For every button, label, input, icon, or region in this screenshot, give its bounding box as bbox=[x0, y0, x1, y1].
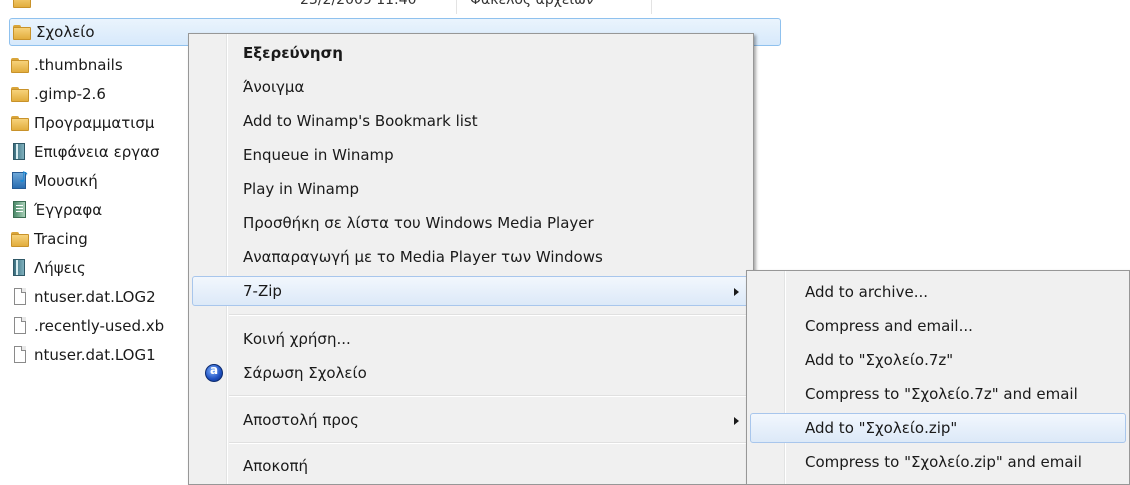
submenu-arrow-icon bbox=[734, 288, 739, 296]
file-row[interactable]: ntuser.dat.LOG1 bbox=[10, 341, 156, 369]
submenu-arrow-icon bbox=[734, 417, 739, 425]
folder-icon bbox=[10, 229, 30, 249]
folder-icon bbox=[12, 22, 32, 42]
menu-item-label: Enqueue in Winamp bbox=[243, 146, 394, 164]
menu-separator bbox=[229, 314, 749, 315]
folder-icon bbox=[12, 0, 32, 10]
folder-icon bbox=[10, 84, 30, 104]
folder-icon bbox=[10, 113, 30, 133]
file-row[interactable]: Προγραμματισμ bbox=[10, 109, 154, 137]
menu-item-label: Κοινή χρήση... bbox=[243, 330, 351, 348]
file-name: Tracing bbox=[34, 230, 88, 248]
menu-item-add-to-archive[interactable]: Add to archive... bbox=[750, 277, 1126, 307]
file-name: Έγγραφα bbox=[34, 201, 103, 219]
documents-icon bbox=[10, 200, 30, 220]
menu-item-label: Add to Winamp's Bookmark list bbox=[243, 112, 478, 130]
menu-item-winamp-play[interactable]: Play in Winamp bbox=[192, 174, 750, 204]
column-divider bbox=[456, 0, 457, 14]
file-row[interactable]: Tracing bbox=[10, 225, 88, 253]
file-name: Προγραμματισμ bbox=[34, 114, 155, 132]
file-row[interactable]: .recently-used.xb bbox=[10, 312, 164, 340]
menu-item-winamp-enqueue[interactable]: Enqueue in Winamp bbox=[192, 140, 750, 170]
menu-item-label: Play in Winamp bbox=[243, 180, 359, 198]
avast-icon bbox=[205, 363, 223, 382]
file-name: .gimp-2.6 bbox=[34, 85, 106, 103]
menu-item-label: Αναπαραγωγή με το Media Player των Windo… bbox=[243, 248, 603, 266]
menu-item-winamp-bookmark[interactable]: Add to Winamp's Bookmark list bbox=[192, 106, 750, 136]
file-row[interactable]: .thumbnails bbox=[10, 51, 123, 79]
file-icon bbox=[10, 316, 30, 336]
menu-item-add-to-7z[interactable]: Add to "Σχολείο.7z" bbox=[750, 345, 1126, 375]
menu-separator bbox=[229, 395, 749, 396]
menu-item-label: Άνοιγμα bbox=[243, 78, 305, 96]
library-icon bbox=[10, 258, 30, 278]
submenu-7zip: Add to archive... Compress and email... … bbox=[746, 270, 1130, 485]
file-icon bbox=[10, 345, 30, 365]
menu-item-label: Προσθήκη σε λίστα του Windows Media Play… bbox=[243, 214, 594, 232]
menu-item-open[interactable]: Άνοιγμα bbox=[192, 72, 750, 102]
menu-separator bbox=[229, 442, 749, 443]
file-row[interactable]: Έγγραφα bbox=[10, 196, 102, 224]
menu-item-share[interactable]: Κοινή χρήση... bbox=[192, 324, 750, 354]
menu-item-add-to-zip[interactable]: Add to "Σχολείο.zip" bbox=[750, 413, 1126, 443]
file-name: Μουσική bbox=[34, 172, 98, 190]
partial-type-text: Φάκελος αρχείων bbox=[470, 0, 594, 8]
menu-item-compress-7z-email[interactable]: Compress to "Σχολείο.7z" and email bbox=[750, 379, 1126, 409]
menu-item-compress-email[interactable]: Compress and email... bbox=[750, 311, 1126, 341]
column-divider bbox=[651, 0, 652, 14]
music-icon bbox=[10, 168, 30, 191]
menu-item-label: Αποκοπή bbox=[243, 457, 309, 475]
menu-item-7zip[interactable]: 7-Zip bbox=[192, 276, 750, 306]
menu-item-label: Compress and email... bbox=[805, 317, 973, 335]
file-name: Σχολείο bbox=[36, 23, 95, 41]
file-row[interactable]: Επιφάνεια εργασ bbox=[10, 138, 160, 166]
screen: 23/2/2009 11:40 Φάκελος αρχείων Σχολείο … bbox=[0, 0, 1130, 485]
menu-item-cut[interactable]: Αποκοπή bbox=[192, 451, 750, 481]
menu-item-label: Αποστολή προς bbox=[243, 411, 359, 429]
library-icon bbox=[10, 142, 30, 162]
file-name: ntuser.dat.LOG1 bbox=[34, 346, 156, 364]
menu-item-wmp-play[interactable]: Αναπαραγωγή με το Media Player των Windo… bbox=[192, 242, 750, 272]
menu-item-label: Compress to "Σχολείο.7z" and email bbox=[805, 385, 1078, 403]
menu-item-send-to[interactable]: Αποστολή προς bbox=[192, 405, 750, 435]
file-icon bbox=[10, 287, 30, 307]
file-name: ntuser.dat.LOG2 bbox=[34, 288, 156, 306]
menu-item-label: Add to archive... bbox=[805, 283, 928, 301]
file-name: Επιφάνεια εργασ bbox=[34, 143, 160, 161]
file-name: .thumbnails bbox=[34, 56, 123, 74]
menu-item-label: 7-Zip bbox=[243, 282, 282, 300]
file-row[interactable]: Λήψεις bbox=[10, 254, 86, 282]
file-row[interactable]: Μουσική bbox=[10, 167, 98, 195]
menu-item-explore[interactable]: Εξερεύνηση bbox=[192, 38, 750, 68]
menu-item-label: Add to "Σχολείο.7z" bbox=[805, 351, 954, 369]
partial-file-row: 23/2/2009 11:40 Φάκελος αρχείων bbox=[0, 0, 790, 14]
file-name: Λήψεις bbox=[34, 259, 86, 277]
file-row[interactable]: ntuser.dat.LOG2 bbox=[10, 283, 156, 311]
file-row[interactable]: .gimp-2.6 bbox=[10, 80, 106, 108]
menu-item-compress-zip-email[interactable]: Compress to "Σχολείο.zip" and email bbox=[750, 447, 1126, 477]
menu-item-label: Add to "Σχολείο.zip" bbox=[805, 419, 958, 437]
menu-item-scan[interactable]: Σάρωση Σχολείο bbox=[192, 358, 750, 388]
folder-icon bbox=[10, 55, 30, 75]
file-name: .recently-used.xb bbox=[34, 317, 165, 335]
menu-item-label: Σάρωση Σχολείο bbox=[243, 364, 367, 382]
context-menu: Εξερεύνηση Άνοιγμα Add to Winamp's Bookm… bbox=[188, 33, 754, 485]
partial-date-text: 23/2/2009 11:40 bbox=[300, 0, 417, 8]
menu-item-label: Compress to "Σχολείο.zip" and email bbox=[805, 453, 1082, 471]
menu-item-label: Εξερεύνηση bbox=[243, 44, 343, 62]
menu-item-wmp-add-list[interactable]: Προσθήκη σε λίστα του Windows Media Play… bbox=[192, 208, 750, 238]
